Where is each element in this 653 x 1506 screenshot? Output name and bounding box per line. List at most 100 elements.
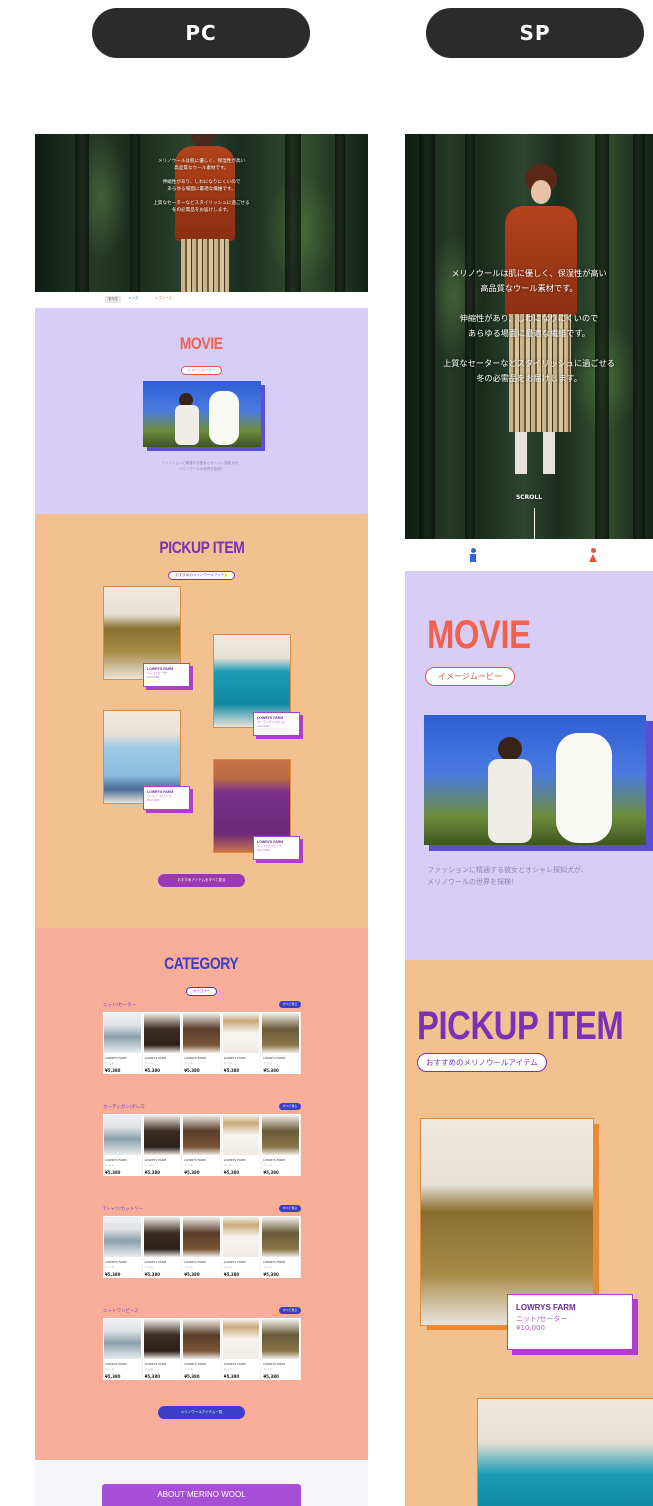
- product-thumbnail: [183, 1115, 220, 1155]
- category-product[interactable]: LOWRYS FARM ニット ¥5,380: [222, 1114, 262, 1176]
- category-product[interactable]: LOWRYS FARM ニット ¥5,380: [103, 1114, 143, 1176]
- category-name: ニットワンピース: [103, 1309, 139, 1314]
- category-more-button[interactable]: すべて見る: [279, 1001, 301, 1008]
- category-product[interactable]: LOWRYS FARM ニット ¥5,380: [261, 1216, 301, 1278]
- pc-pickup-item-card[interactable]: LOWRYS FARM ニット/ワンピース ¥10,000: [253, 836, 300, 860]
- product-price: ¥5,380: [184, 1374, 200, 1379]
- product-thumbnail: [104, 1217, 141, 1257]
- product-type: ニット: [105, 1061, 115, 1065]
- category-product[interactable]: LOWRYS FARM ニット ¥5,380: [222, 1216, 262, 1278]
- product-brand: LOWRYS FARM: [263, 1056, 286, 1060]
- pc-pickup-item-card[interactable]: LOWRYS FARM ワンピース/ドレス ¥10,000: [143, 786, 190, 810]
- category-more-button[interactable]: すべて見る: [279, 1307, 301, 1314]
- pc-nav-women[interactable]: レディース: [155, 296, 172, 301]
- category-block: ニットワンピース すべて見る LOWRYS FARM ニット ¥5,380 LOWRYS …: [103, 1307, 301, 1382]
- pc-pickup-all-button[interactable]: おすすめアイテムをすべて見る: [158, 874, 245, 887]
- product-type: ニット: [223, 1163, 233, 1167]
- category-name: Tシャツ/カットソー: [103, 1207, 144, 1212]
- sp-hero-line: 伸縮性があり、しわになりにくいので: [459, 313, 599, 323]
- pc-movie-title: MOVIE: [180, 334, 223, 353]
- category-product[interactable]: LOWRYS FARM ニット ¥5,380: [182, 1114, 222, 1176]
- category-product[interactable]: LOWRYS FARM ニット ¥5,380: [182, 1012, 222, 1074]
- product-type: ニット: [105, 1265, 115, 1269]
- category-product[interactable]: LOWRYS FARM ニット ¥5,380: [182, 1216, 222, 1278]
- product-type: ニット: [223, 1367, 233, 1371]
- category-product[interactable]: LOWRYS FARM ニット ¥5,380: [143, 1012, 183, 1074]
- category-product[interactable]: LOWRYS FARM ニット ¥5,380: [222, 1012, 262, 1074]
- category-product[interactable]: LOWRYS FARM ニット ¥5,380: [143, 1114, 183, 1176]
- category-product[interactable]: LOWRYS FARM ニット ¥5,380: [103, 1216, 143, 1278]
- category-product[interactable]: LOWRYS FARM ニット ¥5,380: [261, 1012, 301, 1074]
- product-thumbnail: [143, 1115, 181, 1155]
- product-type: ニット: [263, 1367, 273, 1371]
- product-brand: LOWRYS FARM: [223, 1362, 246, 1366]
- product-thumbnail: [262, 1115, 299, 1155]
- category-product[interactable]: LOWRYS FARM ニット ¥5,380: [261, 1318, 301, 1380]
- product-type: ニット: [223, 1061, 233, 1065]
- product-thumbnail: [143, 1319, 181, 1359]
- product-brand: LOWRYS FARM: [263, 1260, 286, 1264]
- sp-scroll-label[interactable]: SCROLL: [405, 494, 653, 501]
- sp-pickup-item-image[interactable]: [477, 1398, 653, 1506]
- product-type: ニット: [184, 1163, 194, 1167]
- product-brand: LOWRYS FARM: [223, 1158, 246, 1162]
- category-more-button[interactable]: すべて見る: [279, 1205, 301, 1212]
- category-product[interactable]: LOWRYS FARM ニット ¥5,380: [222, 1318, 262, 1380]
- pc-preview: メリノウールは肌に優しく、保湿性が高い 高品質なウール素材です。 伸縮性があり、…: [35, 134, 368, 1506]
- pc-pickup-section: PICKUP ITEM おすすめのメリノウールアイテム LOWRYS FARM …: [35, 514, 368, 928]
- product-thumbnail: [104, 1115, 141, 1155]
- product-thumbnail: [222, 1319, 260, 1359]
- product-brand: LOWRYS FARM: [184, 1158, 206, 1162]
- sp-hero-line: 冬の必需品をお届けします。: [476, 373, 582, 383]
- pc-nav-men[interactable]: メンズ: [128, 296, 138, 301]
- category-product[interactable]: LOWRYS FARM ニット ¥5,380: [103, 1318, 143, 1380]
- tab-sp[interactable]: SP: [426, 8, 644, 58]
- category-product[interactable]: LOWRYS FARM ニット ¥5,380: [103, 1012, 143, 1074]
- product-brand: LOWRYS FARM: [223, 1260, 246, 1264]
- product-brand: LOWRYS FARM: [105, 1056, 127, 1060]
- product-brand: LOWRYS FARM: [144, 1260, 167, 1264]
- product-price: ¥5,380: [144, 1170, 161, 1175]
- sp-pickup-title: PICKUP ITEM: [417, 1004, 624, 1048]
- men-icon[interactable]: [470, 548, 476, 562]
- sp-pickup-item-card[interactable]: LOWRYS FARM ニット/セーター ¥10,000: [507, 1294, 633, 1350]
- product-type: ニット: [144, 1367, 154, 1371]
- category-product-row: LOWRYS FARM ニット ¥5,380 LOWRYS FARM ニット ¥5,380…: [103, 1318, 301, 1380]
- pc-movie-video[interactable]: [143, 381, 261, 447]
- pc-about-section: ABOUT MERINO WOOL: [35, 1460, 368, 1506]
- pc-pickup-item-card[interactable]: LOWRYS FARM ニット/セーター ¥10,000: [143, 663, 190, 687]
- women-icon[interactable]: [589, 548, 597, 562]
- sp-hero-line: 上質なセーターなどスタイリッシュに過ごせる: [443, 358, 615, 368]
- category-product[interactable]: LOWRYS FARM ニット ¥5,380: [182, 1318, 222, 1380]
- product-thumbnail: [183, 1013, 220, 1053]
- category-product[interactable]: LOWRYS FARM ニット ¥5,380: [143, 1318, 183, 1380]
- pc-nav-all[interactable]: すべて: [105, 296, 121, 303]
- pc-hero-line: あらゆる場面に最適な繊維です。: [167, 187, 236, 192]
- pc-about-button[interactable]: ABOUT MERINO WOOL: [102, 1484, 301, 1506]
- pc-category-all-button[interactable]: メリノウールアイテム一覧: [158, 1406, 245, 1419]
- product-type: ニット: [263, 1265, 273, 1269]
- pc-gender-nav: すべて メンズ レディース: [35, 292, 368, 308]
- product-price: ¥5,380: [105, 1170, 121, 1175]
- sp-preview: メリノウールは肌に優しく、保湿性が高い 高品質なウール素材です。 伸縮性があり、…: [405, 134, 653, 1506]
- category-product-row: LOWRYS FARM ニット ¥5,380 LOWRYS FARM ニット ¥5,380…: [103, 1012, 301, 1074]
- pc-pickup-item-card[interactable]: LOWRYS FARM カーディガン/ボレロ ¥10,000: [253, 712, 300, 736]
- category-product[interactable]: LOWRYS FARM ニット ¥5,380: [143, 1216, 183, 1278]
- sp-hero-line: 高品質なウール素材です。: [480, 283, 578, 293]
- product-type: ニット: [184, 1367, 194, 1371]
- product-brand: LOWRYS FARM: [263, 1362, 286, 1366]
- category-more-button[interactable]: すべて見る: [279, 1103, 301, 1110]
- sp-movie-video[interactable]: [424, 715, 646, 845]
- product-brand: LOWRYS FARM: [144, 1362, 167, 1366]
- product-price: ¥5,380: [223, 1068, 240, 1073]
- category-product[interactable]: LOWRYS FARM ニット ¥5,380: [261, 1114, 301, 1176]
- category-name: カーディガン/ボレロ: [103, 1105, 145, 1110]
- category-block: ニット/セーター すべて見る LOWRYS FARM ニット ¥5,380 LOWRYS …: [103, 1001, 301, 1076]
- pc-movie-subtitle: イメージムービー: [180, 366, 223, 375]
- product-price: ¥5,380: [223, 1374, 240, 1379]
- sp-scroll-line: [534, 508, 535, 539]
- product-brand: LOWRYS FARM: [105, 1158, 127, 1162]
- product-brand: LOWRYS FARM: [223, 1056, 246, 1060]
- product-type: ニット: [105, 1163, 115, 1167]
- tab-pc[interactable]: PC: [92, 8, 310, 58]
